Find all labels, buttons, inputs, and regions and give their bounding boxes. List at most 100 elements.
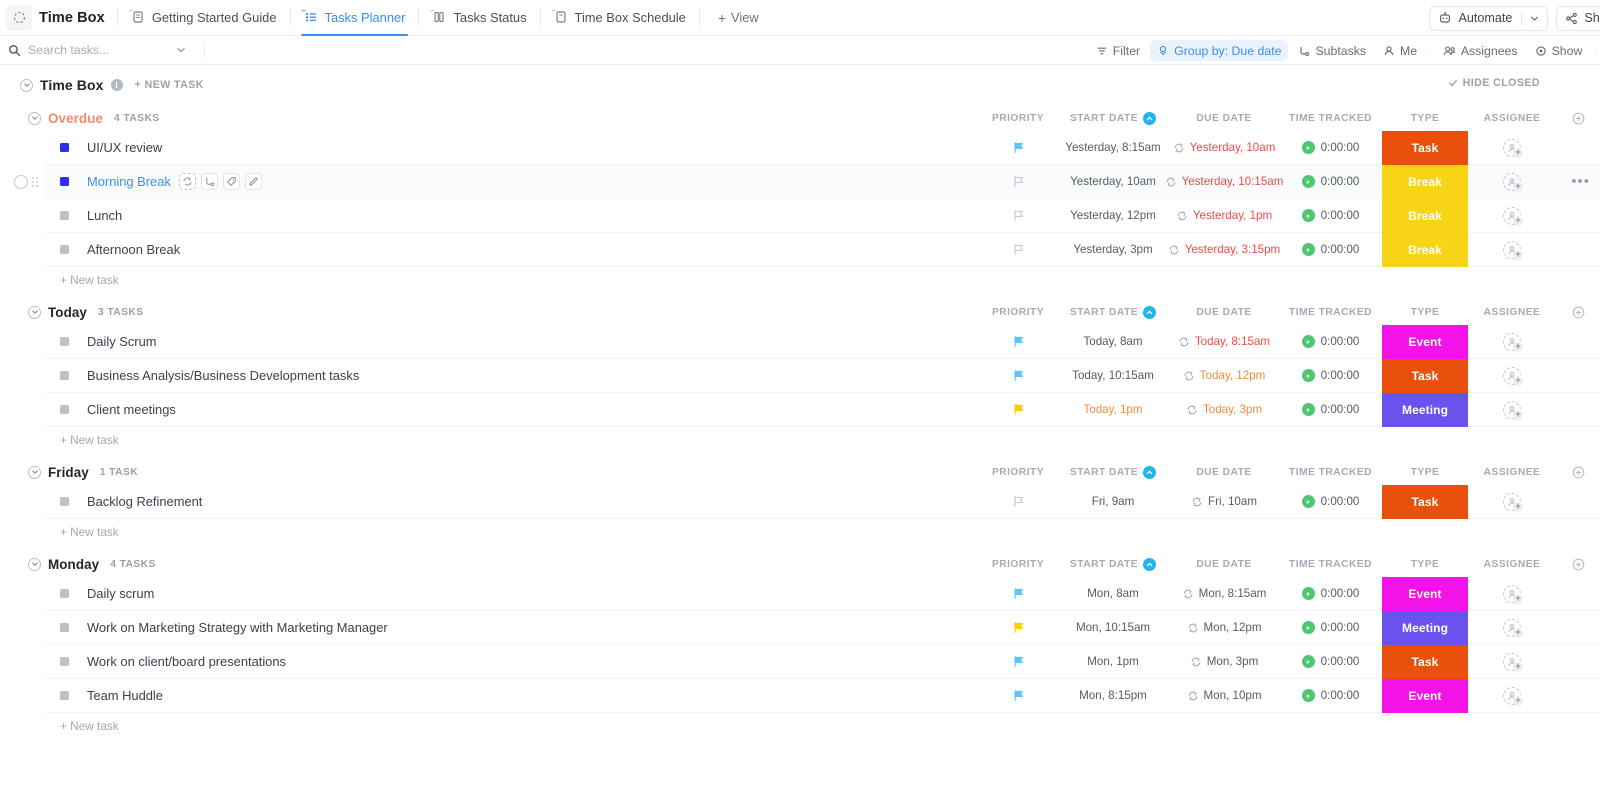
chevron-down-icon[interactable] <box>175 44 187 56</box>
task-status-indicator[interactable] <box>60 405 69 414</box>
task-type-badge[interactable]: Break <box>1382 165 1468 199</box>
task-name[interactable]: Work on Marketing Strategy with Marketin… <box>87 620 388 635</box>
add-assignee-button[interactable]: + <box>1503 207 1521 225</box>
column-header-priority[interactable]: PRIORITY <box>979 559 1057 570</box>
task-time-tracked-cell[interactable]: 0:00:00 <box>1279 131 1382 165</box>
column-header-due-date[interactable]: DUE DATE <box>1169 307 1279 318</box>
task-due-date-cell[interactable]: Yesterday, 1pm <box>1169 199 1279 233</box>
task-type-badge[interactable]: Break <box>1382 233 1468 267</box>
sort-ascending-icon[interactable] <box>1143 306 1156 319</box>
task-priority-cell[interactable] <box>979 393 1057 427</box>
start-timer-button[interactable] <box>1302 689 1315 702</box>
column-header-start-date[interactable]: START DATE <box>1057 466 1169 479</box>
add-assignee-button[interactable]: + <box>1503 173 1521 191</box>
add-assignee-button[interactable]: + <box>1503 653 1521 671</box>
task-type-badge[interactable]: Event <box>1382 577 1468 611</box>
priority-flag-icon[interactable] <box>1012 141 1025 154</box>
start-timer-button[interactable] <box>1302 495 1315 508</box>
subtask-icon[interactable] <box>201 173 218 190</box>
task-row-main[interactable]: Afternoon Break <box>45 242 979 257</box>
task-status-indicator[interactable] <box>60 245 69 254</box>
add-column-button[interactable] <box>1556 306 1600 319</box>
add-assignee-button[interactable]: + <box>1503 241 1521 259</box>
task-row-main[interactable]: Work on Marketing Strategy with Marketin… <box>45 620 979 635</box>
show-button[interactable]: Show <box>1528 40 1590 61</box>
drag-handle[interactable] <box>32 177 38 187</box>
task-row[interactable]: Daily scrum Mon, 8am Mon, 8:15am 0:00:00… <box>45 577 1600 611</box>
task-group-name[interactable]: Friday <box>48 465 89 480</box>
chevron-down-icon[interactable] <box>1529 13 1540 24</box>
collapse-group-icon[interactable] <box>28 558 41 571</box>
column-header-due-date[interactable]: DUE DATE <box>1169 113 1279 124</box>
task-priority-cell[interactable] <box>979 679 1057 713</box>
task-assignee-cell[interactable]: + <box>1468 325 1556 359</box>
task-name[interactable]: Backlog Refinement <box>87 494 202 509</box>
task-row-main[interactable]: Backlog Refinement <box>45 494 979 509</box>
task-assignee-cell[interactable]: + <box>1468 611 1556 645</box>
column-header-time-tracked[interactable]: TIME TRACKED <box>1279 559 1382 570</box>
task-assignee-cell[interactable]: + <box>1468 165 1556 199</box>
add-task-button[interactable]: + New task <box>45 519 1600 545</box>
search-box[interactable] <box>8 43 196 57</box>
task-assignee-cell[interactable]: + <box>1468 359 1556 393</box>
tab-tasks-status[interactable]: ⌐ Tasks Status <box>421 0 537 36</box>
task-start-date-cell[interactable]: Yesterday, 3pm <box>1057 233 1169 267</box>
task-start-date-cell[interactable]: Yesterday, 12pm <box>1057 199 1169 233</box>
collapse-group-icon[interactable] <box>28 306 41 319</box>
task-name[interactable]: Daily scrum <box>87 586 154 601</box>
task-row-main[interactable]: Daily scrum <box>45 586 979 601</box>
start-timer-button[interactable] <box>1302 621 1315 634</box>
task-priority-cell[interactable] <box>979 199 1057 233</box>
column-header-priority[interactable]: PRIORITY <box>979 467 1057 478</box>
task-name[interactable]: Afternoon Break <box>87 242 180 257</box>
task-row[interactable]: Lunch Yesterday, 12pm Yesterday, 1pm 0:0… <box>45 199 1600 233</box>
priority-flag-icon[interactable] <box>1012 209 1025 222</box>
task-time-tracked-cell[interactable]: 0:00:00 <box>1279 679 1382 713</box>
column-header-start-date[interactable]: START DATE <box>1057 558 1169 571</box>
task-priority-cell[interactable] <box>979 325 1057 359</box>
task-type-badge[interactable]: Event <box>1382 325 1468 359</box>
start-timer-button[interactable] <box>1302 335 1315 348</box>
sort-ascending-icon[interactable] <box>1143 112 1156 125</box>
task-time-tracked-cell[interactable]: 0:00:00 <box>1279 359 1382 393</box>
add-task-button[interactable]: + New task <box>45 713 1600 739</box>
task-assignee-cell[interactable]: + <box>1468 645 1556 679</box>
task-time-tracked-cell[interactable]: 0:00:00 <box>1279 485 1382 519</box>
start-timer-button[interactable] <box>1302 369 1315 382</box>
add-task-button[interactable]: + New task <box>45 267 1600 293</box>
automate-button[interactable]: Automate <box>1429 6 1548 31</box>
add-assignee-button[interactable]: + <box>1503 401 1521 419</box>
new-task-button[interactable]: + NEW TASK <box>135 79 204 91</box>
column-header-due-date[interactable]: DUE DATE <box>1169 467 1279 478</box>
task-assignee-cell[interactable]: + <box>1468 233 1556 267</box>
task-type-badge[interactable]: Meeting <box>1382 611 1468 645</box>
recurring-icon[interactable] <box>179 173 196 190</box>
task-status-indicator[interactable] <box>60 589 69 598</box>
filter-button[interactable]: Filter <box>1089 40 1147 61</box>
add-column-button[interactable] <box>1556 558 1600 571</box>
task-status-indicator[interactable] <box>60 371 69 380</box>
task-name[interactable]: Morning Break <box>87 174 171 189</box>
add-assignee-button[interactable]: + <box>1503 139 1521 157</box>
task-row[interactable]: Backlog Refinement Fri, 9am Fri, 10am 0:… <box>45 485 1600 519</box>
task-time-tracked-cell[interactable]: 0:00:00 <box>1279 233 1382 267</box>
column-header-type[interactable]: TYPE <box>1382 467 1468 478</box>
add-assignee-button[interactable]: + <box>1503 493 1521 511</box>
task-priority-cell[interactable] <box>979 577 1057 611</box>
task-start-date-cell[interactable]: Today, 1pm <box>1057 393 1169 427</box>
task-row-main[interactable]: Team Huddle <box>45 688 979 703</box>
column-header-priority[interactable]: PRIORITY <box>979 113 1057 124</box>
task-name[interactable]: Team Huddle <box>87 688 163 703</box>
task-row[interactable]: Team Huddle Mon, 8:15pm Mon, 10pm 0:00:0… <box>45 679 1600 713</box>
priority-flag-icon[interactable] <box>1012 243 1025 256</box>
task-type-badge[interactable]: Meeting <box>1382 393 1468 427</box>
column-header-priority[interactable]: PRIORITY <box>979 307 1057 318</box>
task-row[interactable]: Work on Marketing Strategy with Marketin… <box>45 611 1600 645</box>
column-header-time-tracked[interactable]: TIME TRACKED <box>1279 113 1382 124</box>
task-type-badge[interactable]: Task <box>1382 131 1468 165</box>
collapse-group-icon[interactable] <box>28 466 41 479</box>
priority-flag-icon[interactable] <box>1012 495 1025 508</box>
task-name[interactable]: Work on client/board presentations <box>87 654 286 669</box>
column-header-type[interactable]: TYPE <box>1382 307 1468 318</box>
column-header-assignee[interactable]: ASSIGNEE <box>1468 467 1556 478</box>
